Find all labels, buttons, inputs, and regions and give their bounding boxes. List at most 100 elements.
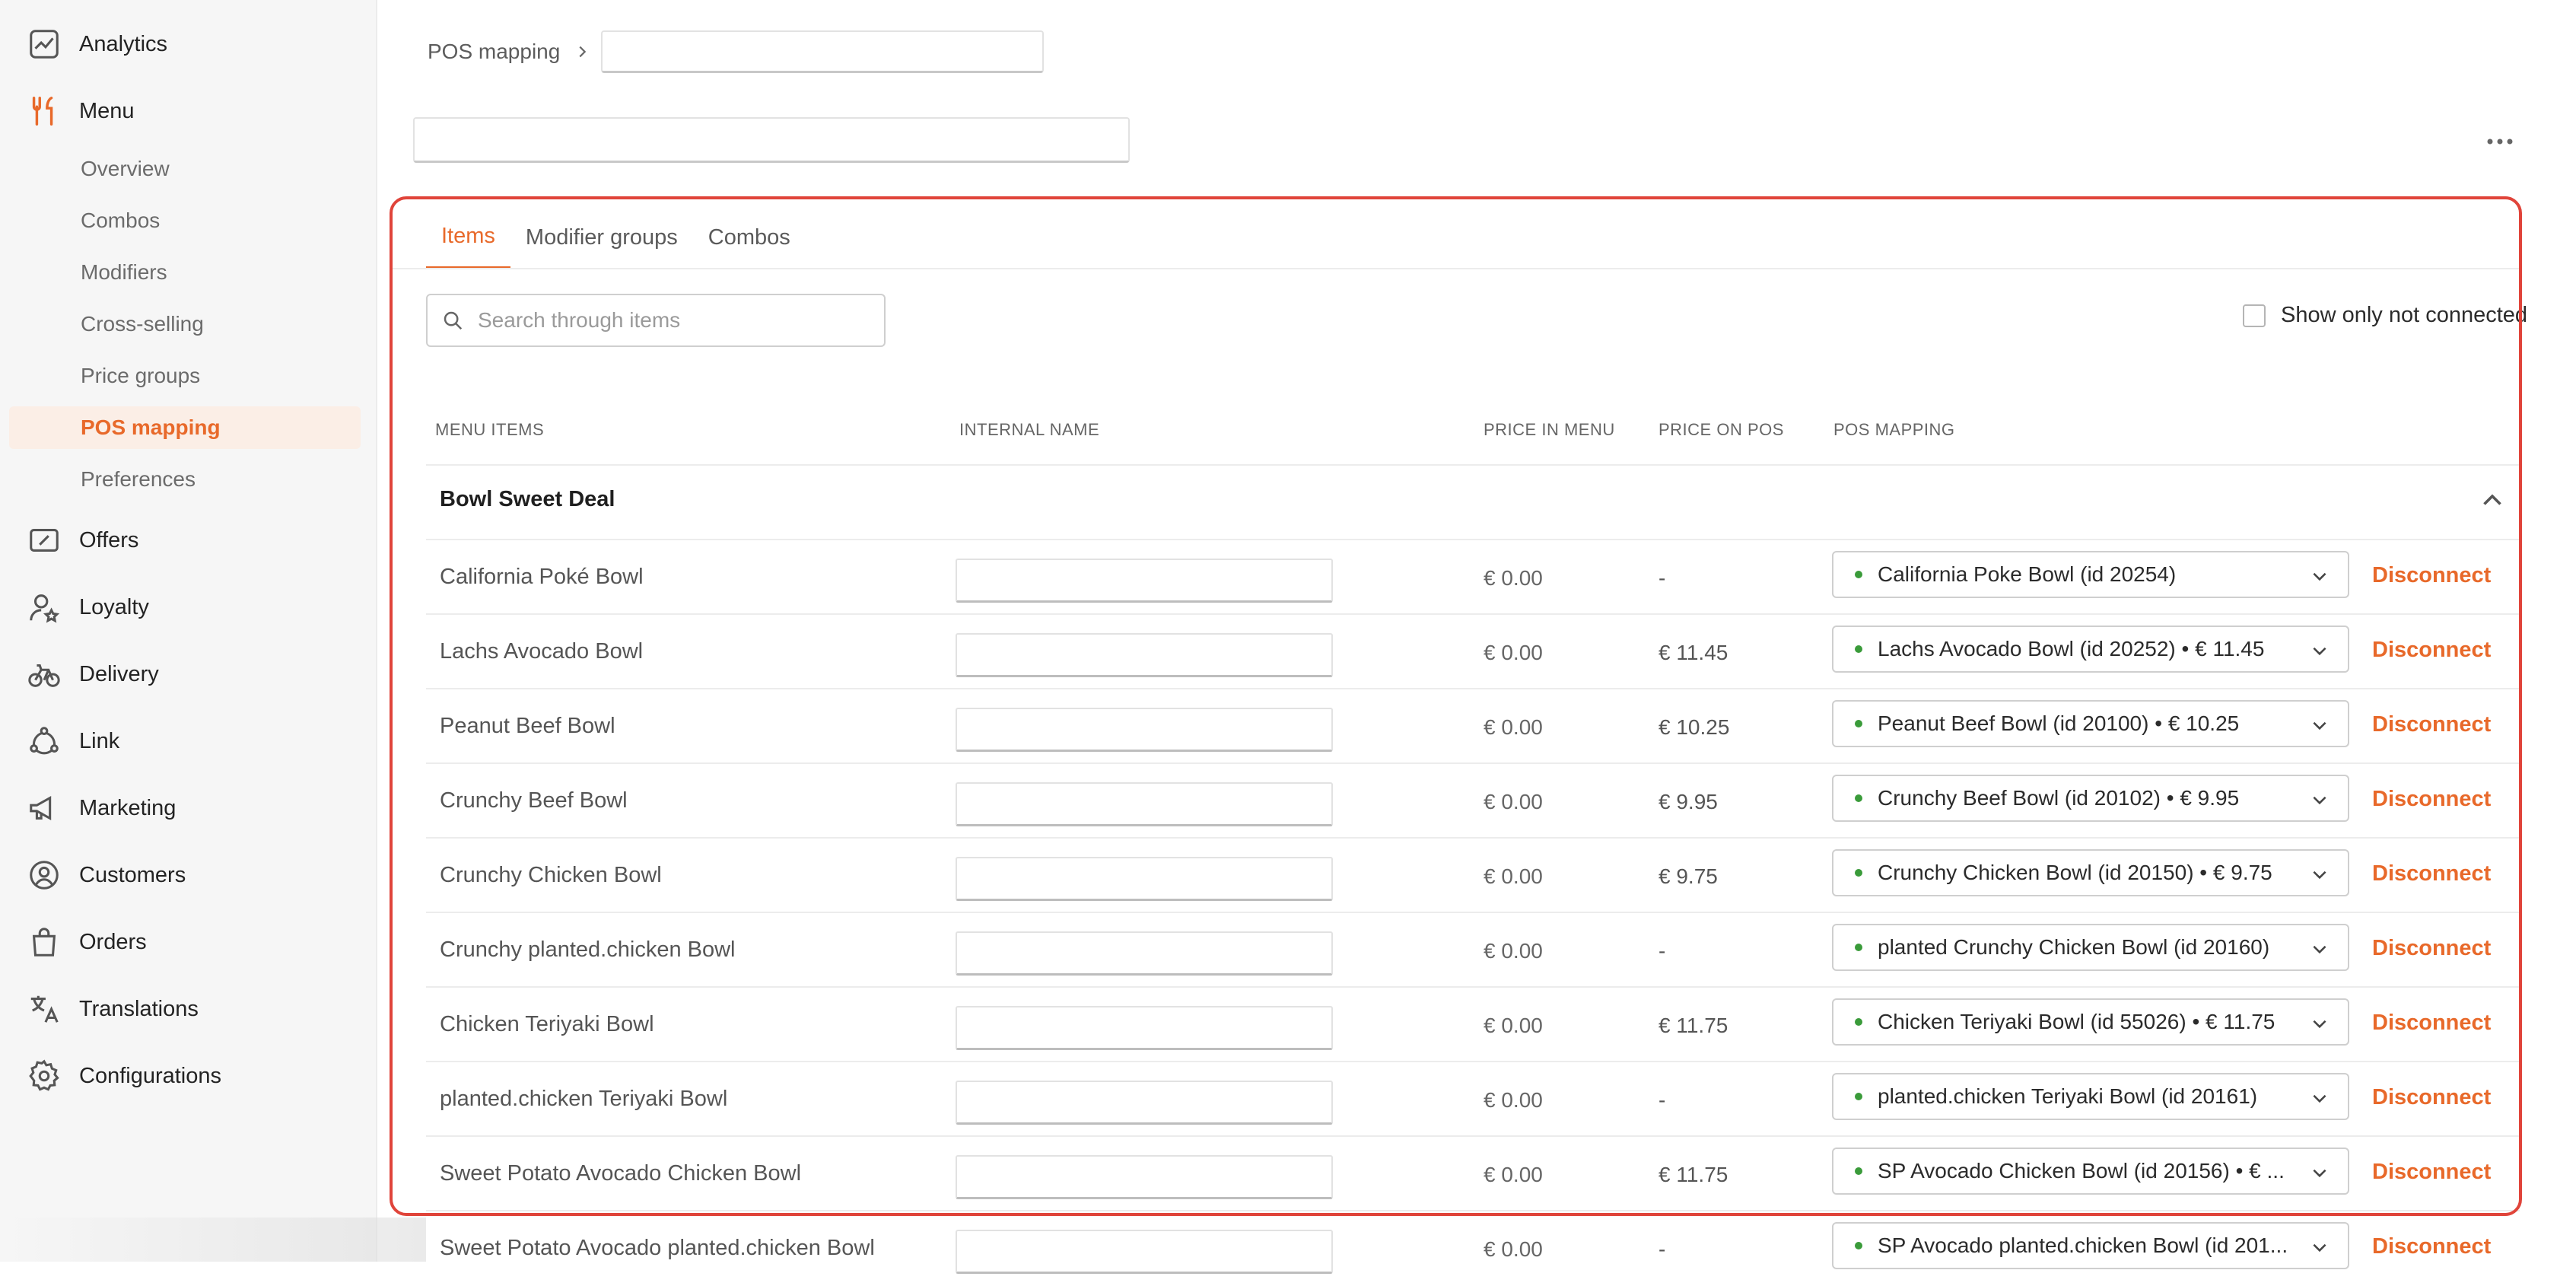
sidebar-subitem-overview[interactable]: Overview — [9, 148, 361, 190]
breadcrumb-root[interactable]: POS mapping — [428, 40, 560, 64]
tab-modifier-groups[interactable]: Modifier groups — [510, 205, 693, 269]
disconnect-button[interactable]: Disconnect — [2372, 1160, 2491, 1185]
pos-mapping-select[interactable]: planted.chicken Teriyaki Bowl (id 20161) — [1832, 1073, 2349, 1120]
sidebar-subitem-combos[interactable]: Combos — [9, 199, 361, 242]
sidebar-item-translations[interactable]: Translations — [24, 986, 359, 1032]
show-only-label: Show only not connected — [2281, 303, 2528, 327]
connected-status-dot — [1855, 571, 1862, 578]
sidebar-subitem-cross-selling[interactable]: Cross-selling — [9, 303, 361, 345]
sidebar-item-customers[interactable]: Customers — [24, 852, 359, 898]
disconnect-button[interactable]: Disconnect — [2372, 1011, 2491, 1036]
mapping-name-input[interactable] — [413, 117, 1130, 163]
sidebar-subitem-label: Price groups — [81, 364, 201, 387]
internal-name-input[interactable] — [956, 708, 1333, 752]
sidebar-subitem-preferences[interactable]: Preferences — [9, 458, 361, 501]
sidebar-item-label: Marketing — [79, 795, 177, 820]
internal-name-input[interactable] — [956, 931, 1333, 976]
pos-mapping-select[interactable]: Crunchy Chicken Bowl (id 20150) • € 9.75 — [1832, 849, 2349, 896]
price-in-menu: € 0.00 — [1484, 641, 1543, 664]
table-row: Lachs Avocado Bowl € 0.00 € 11.45 Lachs … — [426, 615, 2520, 689]
sidebar-item-menu[interactable]: Menu — [24, 88, 359, 134]
sidebar-item-marketing[interactable]: Marketing — [24, 785, 359, 831]
menu-item-name: Crunchy Beef Bowl — [440, 788, 628, 813]
more-options-button[interactable] — [2482, 128, 2518, 155]
chevron-up-icon[interactable] — [2479, 487, 2506, 514]
internal-name-input[interactable] — [956, 1155, 1333, 1199]
internal-name-input[interactable] — [956, 782, 1333, 826]
column-header-menu-items: MENU ITEMS — [435, 420, 545, 439]
connected-status-dot — [1855, 1018, 1862, 1026]
breadcrumb-title-input[interactable] — [601, 30, 1044, 73]
disconnect-button[interactable]: Disconnect — [2372, 787, 2491, 812]
internal-name-input[interactable] — [956, 1230, 1333, 1274]
pos-mapping-select[interactable]: planted Crunchy Chicken Bowl (id 20160) — [1832, 924, 2349, 971]
user-star-icon — [24, 587, 64, 627]
sidebar-item-configurations[interactable]: Configurations — [24, 1053, 359, 1099]
sidebar-item-analytics[interactable]: Analytics — [24, 21, 359, 67]
tab-items[interactable]: Items — [426, 205, 510, 269]
pos-mapping-select[interactable]: Lachs Avocado Bowl (id 20252) • € 11.45 — [1832, 625, 2349, 673]
gear-icon — [24, 1056, 64, 1096]
tab-divider — [393, 268, 2519, 269]
disconnect-button[interactable]: Disconnect — [2372, 1234, 2491, 1259]
table-row: California Poké Bowl € 0.00 - California… — [426, 540, 2520, 615]
connected-status-dot — [1855, 869, 1862, 877]
search-input[interactable] — [476, 307, 875, 333]
disconnect-button[interactable]: Disconnect — [2372, 1085, 2491, 1110]
disconnect-button[interactable]: Disconnect — [2372, 861, 2491, 887]
internal-name-input[interactable] — [956, 1006, 1333, 1050]
chevron-down-icon — [2313, 1169, 2326, 1178]
sidebar-subitem-pos-mapping[interactable]: POS mapping — [9, 406, 361, 449]
internal-name-input[interactable] — [956, 857, 1333, 901]
pos-mapping-select[interactable]: SP Avocado Chicken Bowl (id 20156) • € .… — [1832, 1148, 2349, 1195]
menu-item-name: Crunchy Chicken Bowl — [440, 863, 662, 887]
chevron-down-icon — [2313, 1020, 2326, 1029]
more-icon — [2487, 138, 2513, 145]
sidebar-subitem-price-groups[interactable]: Price groups — [9, 355, 361, 397]
sidebar-item-label: Delivery — [79, 661, 159, 686]
price-in-menu: € 0.00 — [1484, 1163, 1543, 1186]
disconnect-button[interactable]: Disconnect — [2372, 638, 2491, 663]
pos-mapping-select[interactable]: SP Avocado planted.chicken Bowl (id 201.… — [1832, 1222, 2349, 1269]
pos-mapping-value: SP Avocado Chicken Bowl (id 20156) • € .… — [1878, 1159, 2285, 1183]
show-only-not-connected[interactable]: Show only not connected — [2243, 303, 2527, 328]
pos-mapping-select[interactable]: Crunchy Beef Bowl (id 20102) • € 9.95 — [1832, 775, 2349, 822]
disconnect-button[interactable]: Disconnect — [2372, 712, 2491, 737]
sidebar-subitem-modifiers[interactable]: Modifiers — [9, 251, 361, 294]
sidebar-item-link[interactable]: Link — [24, 718, 359, 764]
pos-mapping-value: Chicken Teriyaki Bowl (id 55026) • € 11.… — [1878, 1010, 2275, 1033]
menu-item-name: Crunchy planted.chicken Bowl — [440, 937, 736, 962]
disconnect-button[interactable]: Disconnect — [2372, 936, 2491, 961]
disconnect-button[interactable]: Disconnect — [2372, 563, 2491, 588]
table-row: Chicken Teriyaki Bowl € 0.00 € 11.75 Chi… — [426, 988, 2520, 1062]
internal-name-input[interactable] — [956, 633, 1333, 677]
menu-item-name: Peanut Beef Bowl — [440, 714, 615, 738]
sidebar-item-orders[interactable]: Orders — [24, 919, 359, 965]
sidebar-subitem-label: Cross-selling — [81, 312, 204, 336]
search-box[interactable] — [426, 294, 886, 347]
price-in-menu: € 0.00 — [1484, 1088, 1543, 1112]
pos-mapping-select[interactable]: Peanut Beef Bowl (id 20100) • € 10.25 — [1832, 700, 2349, 747]
table-row: Crunchy Beef Bowl € 0.00 € 9.95 Crunchy … — [426, 764, 2520, 839]
connected-status-dot — [1855, 1093, 1862, 1100]
sidebar-item-label: Analytics — [79, 31, 168, 56]
sidebar-item-offers[interactable]: Offers — [24, 517, 359, 563]
link-icon — [24, 721, 64, 761]
sidebar-item-label: Translations — [79, 996, 199, 1021]
sidebar-subitem-label: Modifiers — [81, 260, 167, 284]
tab-combos[interactable]: Combos — [693, 205, 806, 269]
column-header-price-on-pos: PRICE ON POS — [1658, 420, 1784, 439]
internal-name-input[interactable] — [956, 1081, 1333, 1125]
table-row: Crunchy planted.chicken Bowl € 0.00 - pl… — [426, 913, 2520, 988]
pos-mapping-select[interactable]: Chicken Teriyaki Bowl (id 55026) • € 11.… — [1832, 998, 2349, 1046]
sidebar-item-label: Loyalty — [79, 594, 149, 619]
internal-name-input[interactable] — [956, 559, 1333, 603]
show-only-checkbox[interactable] — [2243, 304, 2266, 327]
pos-mapping-select[interactable]: California Poke Bowl (id 20254) — [1832, 551, 2349, 598]
chevron-down-icon — [2313, 1243, 2326, 1253]
sidebar-item-delivery[interactable]: Delivery — [24, 651, 359, 697]
sidebar-item-loyalty[interactable]: Loyalty — [24, 584, 359, 630]
sidebar-item-label: Customers — [79, 862, 186, 887]
price-in-menu: € 0.00 — [1484, 939, 1543, 963]
ticket-icon — [24, 520, 64, 560]
